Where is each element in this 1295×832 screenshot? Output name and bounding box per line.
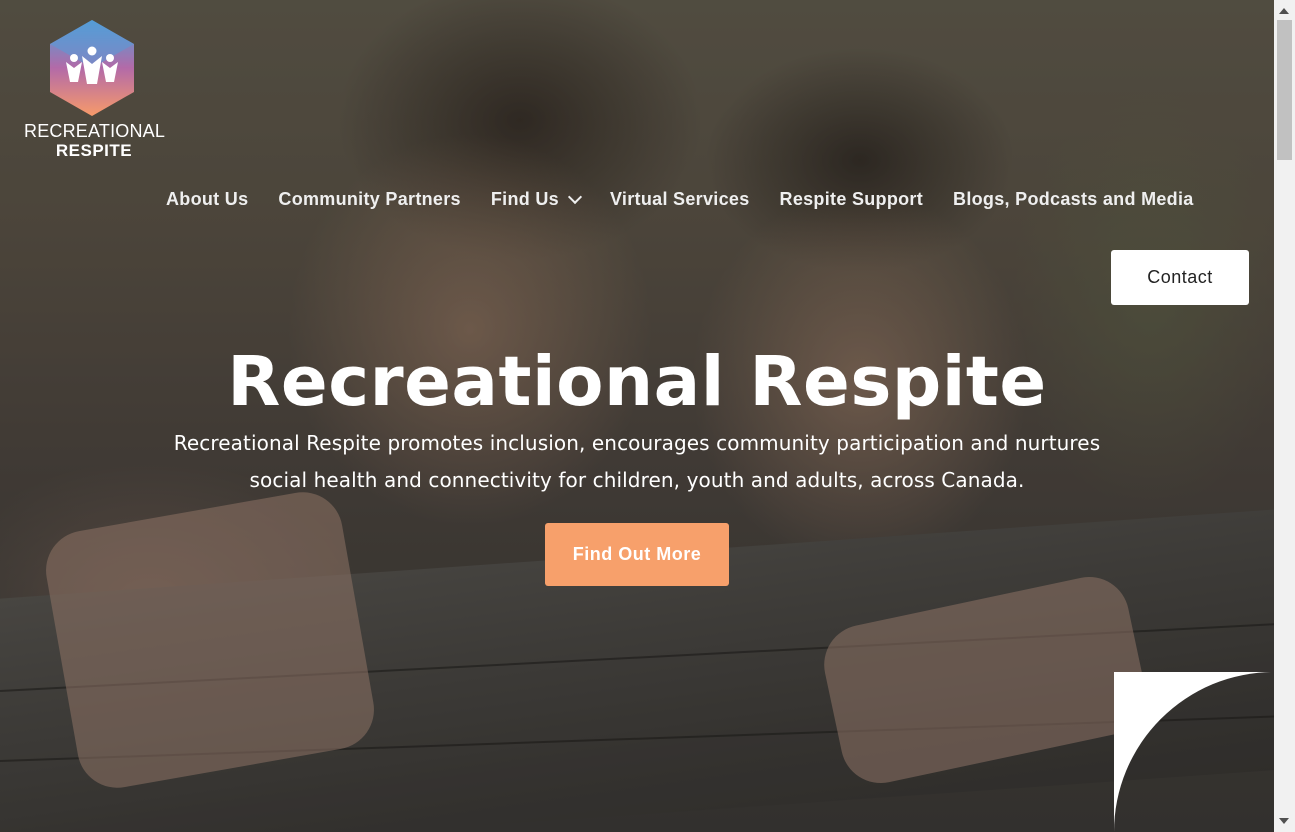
nav-item-blogs-podcasts-media[interactable]: Blogs, Podcasts and Media (953, 189, 1194, 210)
chevron-down-icon[interactable] (567, 189, 583, 204)
vertical-scrollbar[interactable] (1274, 0, 1295, 832)
corner-curve-decor (1114, 672, 1274, 832)
nav-item-label: About Us (166, 188, 249, 209)
nav-item-label: Virtual Services (609, 188, 750, 209)
hero-subtitle: Recreational Respite promotes inclusion,… (173, 431, 1101, 492)
nav-item-label: Community Partners (278, 188, 461, 209)
nav-item-label: Find Us (490, 188, 559, 209)
contact-button[interactable]: Contact (1111, 250, 1249, 305)
nav-item-about-us[interactable]: About Us (166, 189, 248, 210)
scroll-down-arrow-icon[interactable] (1279, 818, 1289, 824)
main-navigation: About Us Community Partners Find Us Virt… (166, 186, 1194, 212)
find-out-more-button[interactable]: Find Out More (545, 523, 729, 586)
nav-item-respite-support[interactable]: Respite Support (780, 189, 924, 210)
page: RECREATIONAL RESPITE About Us Community … (0, 0, 1295, 832)
scroll-up-arrow-icon[interactable] (1279, 8, 1289, 14)
hero-title: Recreational Respite (227, 342, 1047, 423)
hexagon-people-logo-icon (50, 20, 134, 116)
logo-text-line1: RECREATIONAL (24, 121, 166, 141)
site-logo[interactable]: RECREATIONAL RESPITE (24, 18, 166, 163)
nav-item-community-partners[interactable]: Community Partners (278, 189, 460, 210)
nav-item-find-us[interactable]: Find Us (490, 188, 583, 210)
nav-item-label: Respite Support (779, 188, 924, 209)
logo-text-line2: RESPITE (55, 141, 133, 160)
nav-item-label: Blogs, Podcasts and Media (953, 188, 1194, 209)
scrollbar-thumb[interactable] (1277, 20, 1292, 160)
nav-item-virtual-services[interactable]: Virtual Services (610, 189, 750, 210)
